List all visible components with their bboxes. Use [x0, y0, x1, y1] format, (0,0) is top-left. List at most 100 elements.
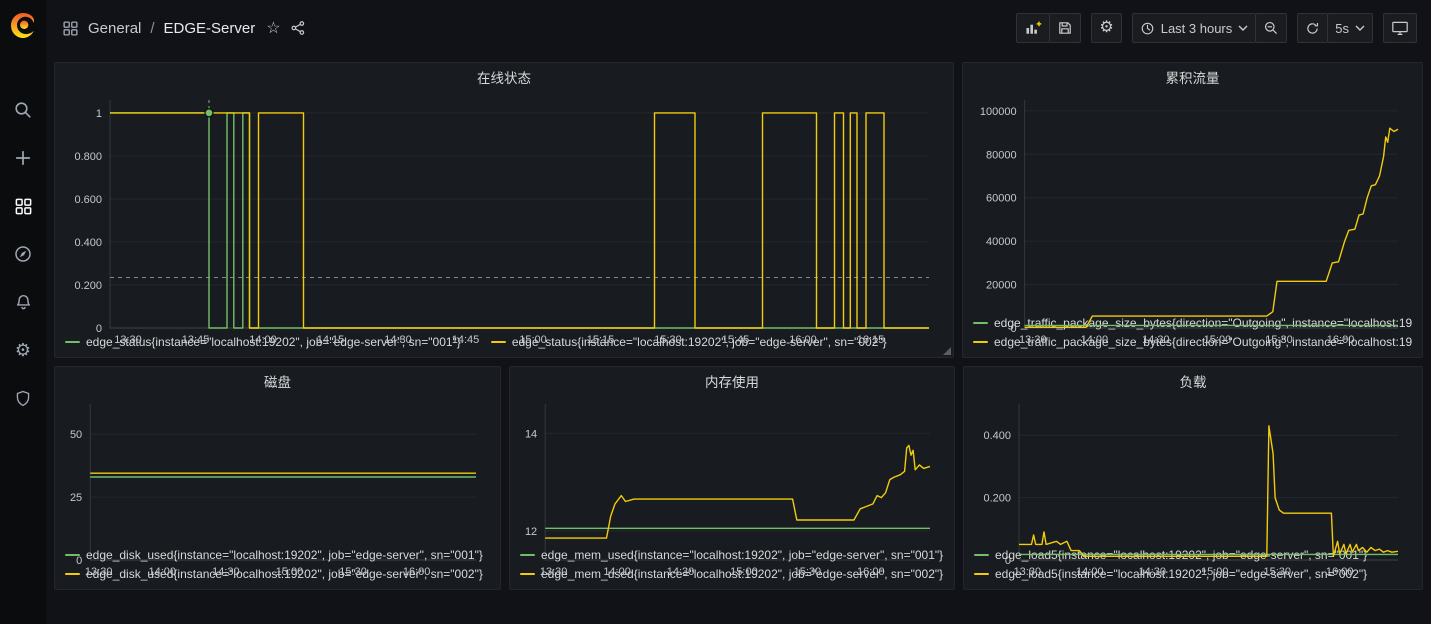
refresh-interval-picker[interactable]: 5s — [1327, 13, 1373, 43]
panel-title[interactable]: 负载 — [974, 372, 1412, 396]
sidebar-item-server-admin[interactable] — [0, 374, 46, 422]
grafana-app: ⚙ General / EDGE-Server ☆ — [0, 0, 1431, 624]
svg-text:20000: 20000 — [986, 280, 1017, 292]
breadcrumb-dashboard[interactable]: EDGE-Server — [164, 20, 256, 37]
sidebar-menu: ⚙ — [0, 86, 46, 422]
panel-title[interactable]: 磁盘 — [65, 372, 490, 396]
svg-text:15:30: 15:30 — [1265, 334, 1293, 346]
svg-text:16:00: 16:00 — [1326, 566, 1354, 578]
svg-text:15:30: 15:30 — [1263, 566, 1291, 578]
panel-resize-handle[interactable] — [943, 347, 951, 355]
svg-text:14: 14 — [525, 428, 537, 440]
time-series-chart[interactable]: 00.2000.40013:3014:0014:3015:0015:3016:0… — [974, 396, 1412, 542]
breadcrumb-folder[interactable]: General — [88, 20, 141, 37]
svg-text:15:30: 15:30 — [654, 334, 682, 346]
dashboard-grid: 在线状态 00.2000.4000.6000.800113:3013:4514:… — [46, 56, 1431, 624]
svg-text:0: 0 — [1005, 555, 1011, 567]
svg-text:15:30: 15:30 — [339, 566, 367, 578]
svg-text:1: 1 — [96, 108, 102, 120]
svg-text:0: 0 — [1010, 323, 1016, 335]
panel-title[interactable]: 在线状态 — [65, 68, 943, 92]
compass-icon — [13, 244, 33, 264]
time-series-chart[interactable]: 0255013:3014:0014:3015:0015:3016:00 — [65, 396, 490, 542]
chevron-down-icon — [1355, 25, 1365, 31]
time-series-chart[interactable]: 02000040000600008000010000013:3014:0014:… — [973, 92, 1412, 310]
sidebar-item-create[interactable] — [0, 134, 46, 182]
svg-text:0.200: 0.200 — [74, 280, 102, 292]
svg-text:14:30: 14:30 — [212, 566, 240, 578]
svg-text:13:30: 13:30 — [114, 334, 142, 346]
svg-text:15:30: 15:30 — [794, 566, 822, 578]
svg-text:0.400: 0.400 — [74, 237, 102, 249]
sidebar-item-alerting[interactable] — [0, 278, 46, 326]
gear-icon: ⚙ — [15, 341, 31, 359]
sidebar-item-search[interactable] — [0, 86, 46, 134]
svg-text:16:00: 16:00 — [789, 334, 817, 346]
svg-text:14:30: 14:30 — [1139, 566, 1167, 578]
gear-icon: ⚙ — [1099, 20, 1113, 36]
svg-text:14:30: 14:30 — [384, 334, 412, 346]
dashboard-toolbar: General / EDGE-Server ☆ ⚙ — [46, 0, 1431, 56]
svg-text:16:00: 16:00 — [857, 566, 885, 578]
refresh-icon — [1305, 21, 1320, 36]
share-icon[interactable] — [290, 20, 306, 36]
sidebar-item-dashboards[interactable] — [0, 182, 46, 230]
panel-cumulative-traffic: 累积流量 02000040000600008000010000013:3014:… — [962, 62, 1423, 358]
panel-disk: 磁盘 0255013:3014:0014:3015:0015:3016:00 e… — [54, 366, 501, 590]
grafana-logo[interactable] — [5, 8, 41, 44]
svg-text:16:15: 16:15 — [857, 334, 885, 346]
svg-text:15:00: 15:00 — [1201, 566, 1229, 578]
time-series-chart[interactable]: 121413:3014:0014:3015:0015:3016:00 — [520, 396, 944, 542]
svg-text:100000: 100000 — [980, 106, 1017, 118]
svg-text:13:30: 13:30 — [540, 566, 568, 578]
svg-text:16:00: 16:00 — [1327, 334, 1355, 346]
zoom-out-time-button[interactable] — [1255, 13, 1287, 43]
sidebar-item-explore[interactable] — [0, 230, 46, 278]
search-icon — [13, 100, 33, 120]
shield-icon — [14, 389, 32, 408]
svg-text:25: 25 — [70, 492, 82, 504]
svg-text:0.200: 0.200 — [983, 493, 1011, 505]
panel-title[interactable]: 内存使用 — [520, 372, 944, 396]
svg-text:14:00: 14:00 — [249, 334, 277, 346]
svg-text:14:45: 14:45 — [452, 334, 480, 346]
svg-text:13:30: 13:30 — [1019, 334, 1047, 346]
svg-text:60000: 60000 — [986, 193, 1017, 205]
toolbar-actions: ⚙ Last 3 hours — [1006, 13, 1417, 43]
sidebar: ⚙ — [0, 0, 46, 624]
tv-mode-button[interactable] — [1383, 13, 1417, 43]
svg-text:14:15: 14:15 — [317, 334, 345, 346]
svg-text:15:00: 15:00 — [519, 334, 547, 346]
svg-text:0: 0 — [96, 323, 102, 335]
panel-title[interactable]: 累积流量 — [973, 68, 1412, 92]
star-icon[interactable]: ☆ — [266, 18, 280, 38]
svg-text:15:00: 15:00 — [276, 566, 304, 578]
dashboard-settings-button[interactable]: ⚙ — [1091, 13, 1121, 43]
svg-text:13:45: 13:45 — [182, 334, 210, 346]
svg-text:16:00: 16:00 — [403, 566, 431, 578]
sidebar-item-configuration[interactable]: ⚙ — [0, 326, 46, 374]
svg-text:14:00: 14:00 — [149, 566, 177, 578]
svg-text:15:00: 15:00 — [730, 566, 758, 578]
breadcrumb: General / EDGE-Server ☆ — [62, 18, 306, 38]
svg-text:14:00: 14:00 — [603, 566, 631, 578]
svg-text:14:30: 14:30 — [667, 566, 695, 578]
time-range-picker[interactable]: Last 3 hours — [1132, 13, 1257, 43]
svg-text:15:45: 15:45 — [722, 334, 750, 346]
refresh-interval-label: 5s — [1335, 21, 1349, 36]
svg-text:15:15: 15:15 — [587, 334, 615, 346]
dashboard-icon — [62, 20, 79, 37]
svg-text:13:30: 13:30 — [1014, 566, 1042, 578]
svg-text:0.800: 0.800 — [74, 151, 102, 163]
svg-text:14:00: 14:00 — [1076, 566, 1104, 578]
panel-memory-usage: 内存使用 121413:3014:0014:3015:0015:3016:00 … — [509, 366, 955, 590]
grafana-flame-icon — [8, 11, 38, 41]
dashboards-grid-icon — [14, 197, 33, 216]
save-dashboard-button[interactable] — [1049, 13, 1081, 43]
time-series-chart[interactable]: 00.2000.4000.6000.800113:3013:4514:0014:… — [65, 92, 943, 329]
add-panel-button[interactable] — [1016, 13, 1050, 43]
svg-text:12: 12 — [525, 526, 537, 538]
plus-icon — [14, 149, 32, 167]
save-icon — [1057, 20, 1073, 36]
refresh-button[interactable] — [1297, 13, 1328, 43]
